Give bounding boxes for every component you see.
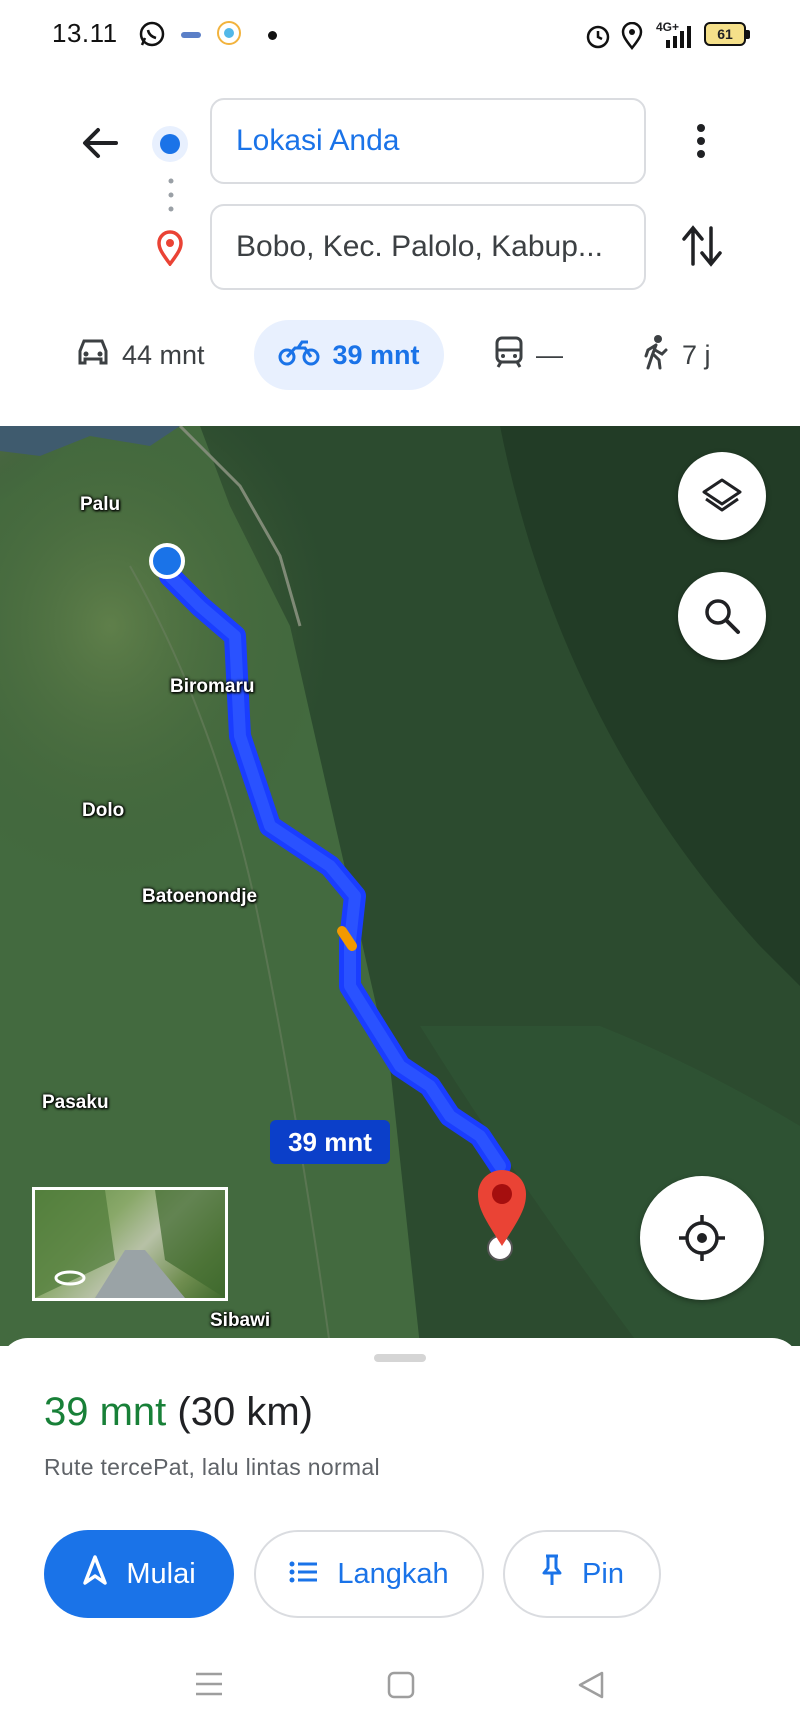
trip-distance: (30 km) xyxy=(177,1390,313,1434)
pin-icon xyxy=(540,1553,564,1595)
mode-walk-label: 7 j xyxy=(682,339,711,370)
navigation-arrow-icon xyxy=(82,1554,108,1594)
layers-button[interactable] xyxy=(678,452,766,540)
start-button[interactable]: Mulai xyxy=(44,1530,234,1618)
more-options-icon[interactable] xyxy=(686,122,716,167)
mode-car-label: 44 mnt xyxy=(122,339,205,370)
map-label-biromaru: Biromaru xyxy=(170,676,255,697)
mode-transit[interactable]: — xyxy=(494,320,563,390)
swap-directions-icon[interactable] xyxy=(680,222,724,275)
crosshair-icon xyxy=(679,1215,725,1261)
list-icon xyxy=(289,1558,319,1591)
motorcycle-icon xyxy=(278,338,320,373)
map-label-batoenondje: Batoenondje xyxy=(142,886,258,907)
app-icon xyxy=(180,28,202,46)
train-icon xyxy=(494,335,524,376)
realme-icon xyxy=(216,20,242,51)
back-nav-button[interactable] xyxy=(576,1670,606,1705)
pin-button[interactable]: Pin xyxy=(503,1530,661,1618)
dot-icon xyxy=(268,31,277,40)
mode-transit-label: — xyxy=(536,339,563,370)
status-time: 13.11 xyxy=(52,18,118,48)
battery-tip xyxy=(746,30,750,39)
menu-nav-button[interactable] xyxy=(194,1670,224,1703)
car-icon xyxy=(76,337,110,374)
destination-pin-icon xyxy=(156,230,184,271)
destination-input[interactable]: Bobo, Kec. Palolo, Kabup... xyxy=(210,204,646,290)
route-dots-icon xyxy=(168,178,174,217)
rotate-360-icon xyxy=(53,1268,87,1293)
drag-handle[interactable] xyxy=(374,1354,426,1362)
steps-button-label: Langkah xyxy=(337,1557,449,1590)
layers-icon xyxy=(702,478,742,512)
walk-icon xyxy=(642,334,670,377)
my-location-button[interactable] xyxy=(640,1176,764,1300)
trip-summary: 39 mnt (30 km) xyxy=(44,1390,313,1435)
destination-marker-icon[interactable] xyxy=(474,1166,530,1253)
search-icon xyxy=(705,599,740,634)
mode-motorcycle[interactable]: 39 mnt xyxy=(254,320,444,390)
origin-input[interactable]: Lokasi Anda xyxy=(210,98,646,184)
map-label-sibawi: Sibawi xyxy=(210,1310,271,1331)
system-nav-bar xyxy=(0,1640,800,1733)
battery-icon: 61 xyxy=(704,22,746,46)
battery-level: 61 xyxy=(717,26,733,42)
origin-dot-icon xyxy=(150,124,190,169)
mode-car[interactable]: 44 mnt xyxy=(76,320,205,390)
whatsapp-icon xyxy=(138,20,166,53)
route-duration-badge[interactable]: 39 mnt xyxy=(270,1120,390,1164)
arrow-left-icon xyxy=(83,128,118,158)
mode-motorcycle-label: 39 mnt xyxy=(332,339,420,370)
steps-button[interactable]: Langkah xyxy=(254,1530,484,1618)
location-icon xyxy=(620,21,644,55)
signal-icon xyxy=(664,24,694,55)
search-button[interactable] xyxy=(678,572,766,660)
street-view-thumbnail[interactable] xyxy=(32,1187,228,1301)
map-label-dolo: Dolo xyxy=(82,800,125,821)
start-button-label: Mulai xyxy=(126,1557,196,1590)
map-label-pasaku: Pasaku xyxy=(42,1092,109,1113)
alarm-icon xyxy=(584,22,612,55)
trip-duration: 39 mnt xyxy=(44,1390,167,1434)
pin-button-label: Pin xyxy=(582,1557,624,1590)
mode-walk[interactable]: 7 j xyxy=(642,320,711,390)
back-button[interactable] xyxy=(76,118,126,168)
route-description: Rute tercePat, lalu lintas normal xyxy=(44,1454,380,1480)
map-label-palu: Palu xyxy=(80,494,121,515)
home-nav-button[interactable] xyxy=(386,1670,416,1705)
